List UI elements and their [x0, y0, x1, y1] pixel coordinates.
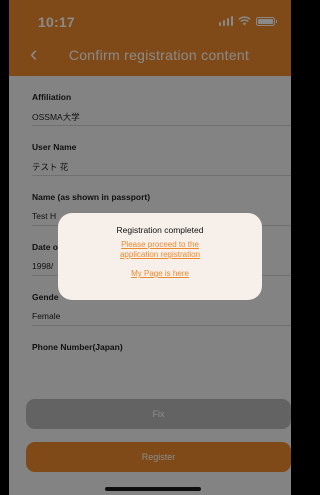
registration-complete-dialog: Registration completed Please proceed to… — [58, 213, 262, 300]
dialog-title: Registration completed — [116, 225, 204, 235]
application-registration-link[interactable]: Please proceed to the application regist… — [58, 240, 262, 260]
app-screen: 10:17 ‹ Confirm registration content Aff… — [9, 0, 291, 495]
my-page-link[interactable]: My Page is here — [58, 269, 262, 279]
link-line[interactable]: Please proceed to the — [58, 240, 262, 250]
link-line[interactable]: My Page is here — [58, 269, 262, 279]
link-line[interactable]: application registration — [58, 250, 262, 260]
